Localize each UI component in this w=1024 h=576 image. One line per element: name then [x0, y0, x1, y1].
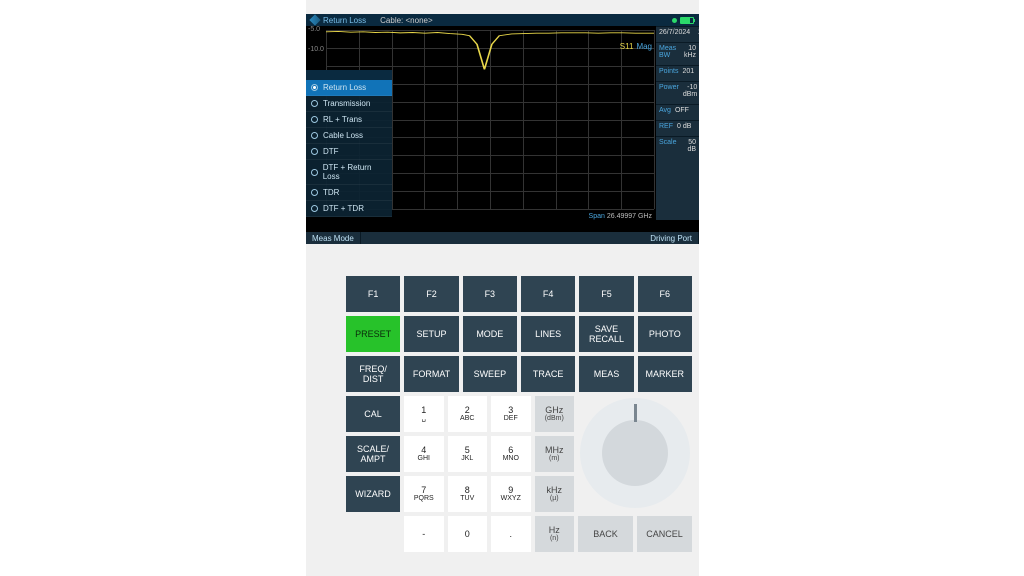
numpad-5[interactable]: 5JKL	[448, 436, 488, 472]
menukey-lines[interactable]: LINES	[521, 316, 575, 352]
menukey-saverecall[interactable]: SAVERECALL	[579, 316, 633, 352]
numpad-GHz[interactable]: GHz(dBm)	[535, 396, 575, 432]
menukey-setup[interactable]: SETUP	[404, 316, 458, 352]
fkey-f4[interactable]: F4	[521, 276, 575, 312]
numpad-kHz[interactable]: kHz(µ)	[535, 476, 575, 512]
info-sidebar: 26/7/2024 22:52 Meas BW10 kHz Points201 …	[656, 26, 699, 220]
numpad-Hz[interactable]: Hz(n)	[535, 516, 575, 552]
fkey-f3[interactable]: F3	[463, 276, 517, 312]
menukey-format[interactable]: FORMAT	[404, 356, 458, 392]
meas-mode-option[interactable]: DTF + TDR	[306, 201, 392, 217]
hard-keypad: F1F2F3F4F5F6 PRESETSETUPMODELINESSAVEREC…	[346, 276, 692, 572]
fkey-f6[interactable]: F6	[638, 276, 692, 312]
cable-indicator: Cable: <none>	[380, 16, 433, 25]
measurement-title: Return Loss	[323, 16, 366, 25]
numpad-3[interactable]: 3DEF	[491, 396, 531, 432]
softkey-driving-port[interactable]: Driving Port	[644, 232, 699, 244]
fkey-f1[interactable]: F1	[346, 276, 400, 312]
numpad-4[interactable]: 4GHI	[404, 436, 444, 472]
menukey-trace[interactable]: TRACE	[521, 356, 575, 392]
instrument-screen: Return Loss Cable: <none> -5.0 -10.0 S11…	[306, 14, 699, 244]
status-dot-icon	[672, 18, 677, 23]
sidekey-scaleampt[interactable]: SCALE/AMPT	[346, 436, 400, 472]
menukey-photo[interactable]: PHOTO	[638, 316, 692, 352]
menukey-sweep[interactable]: SWEEP	[463, 356, 517, 392]
meas-mode-option[interactable]: Cable Loss	[306, 128, 392, 144]
softkey-bar: Meas Mode Driving Port	[306, 232, 699, 244]
battery-icon	[680, 17, 694, 24]
numpad-0[interactable]: 0	[448, 516, 488, 552]
meas-mode-option[interactable]: TDR	[306, 185, 392, 201]
softkey-meas-mode[interactable]: Meas Mode	[306, 232, 361, 244]
numpad--[interactable]: -	[404, 516, 444, 552]
fkey-f5[interactable]: F5	[579, 276, 633, 312]
brand-icon	[309, 14, 320, 25]
numpad-8[interactable]: 8TUV	[448, 476, 488, 512]
rotary-knob[interactable]	[580, 398, 690, 508]
menukey-marker[interactable]: MARKER	[638, 356, 692, 392]
span-readout: Span 26.49997 GHz	[589, 213, 652, 220]
sidekey-cal[interactable]: CAL	[346, 396, 400, 432]
fkey-f2[interactable]: F2	[404, 276, 458, 312]
numpad-7[interactable]: 7PQRS	[404, 476, 444, 512]
numpad-2[interactable]: 2ABC	[448, 396, 488, 432]
meas-mode-popup: Return LossTransmissionRL + TransCable L…	[306, 70, 392, 217]
menukey-freqdist[interactable]: FREQ/DIST	[346, 356, 400, 392]
sidekey-wizard[interactable]: WIZARD	[346, 476, 400, 512]
trace-label: S11Mag	[620, 42, 652, 51]
numpad-9[interactable]: 9WXYZ	[491, 476, 531, 512]
meas-mode-option[interactable]: Transmission	[306, 96, 392, 112]
numpad-6[interactable]: 6MNO	[491, 436, 531, 472]
menukey-meas[interactable]: MEAS	[579, 356, 633, 392]
meas-mode-option[interactable]: DTF + Return Loss	[306, 160, 392, 185]
titlebar: Return Loss Cable: <none>	[306, 14, 699, 26]
datetime: 26/7/2024 22:52	[656, 26, 699, 38]
numpad-.[interactable]: .	[491, 516, 531, 552]
menukey-mode[interactable]: MODE	[463, 316, 517, 352]
knobkey-back[interactable]: BACK	[578, 516, 633, 552]
y-axis-ticks: -5.0 -10.0	[308, 26, 324, 66]
numpad-MHz[interactable]: MHz(m)	[535, 436, 575, 472]
meas-mode-option[interactable]: DTF	[306, 144, 392, 160]
menukey-preset[interactable]: PRESET	[346, 316, 400, 352]
numpad-1[interactable]: 1␣	[404, 396, 444, 432]
meas-mode-option[interactable]: Return Loss	[306, 80, 392, 96]
meas-mode-option[interactable]: RL + Trans	[306, 112, 392, 128]
knobkey-cancel[interactable]: CANCEL	[637, 516, 692, 552]
